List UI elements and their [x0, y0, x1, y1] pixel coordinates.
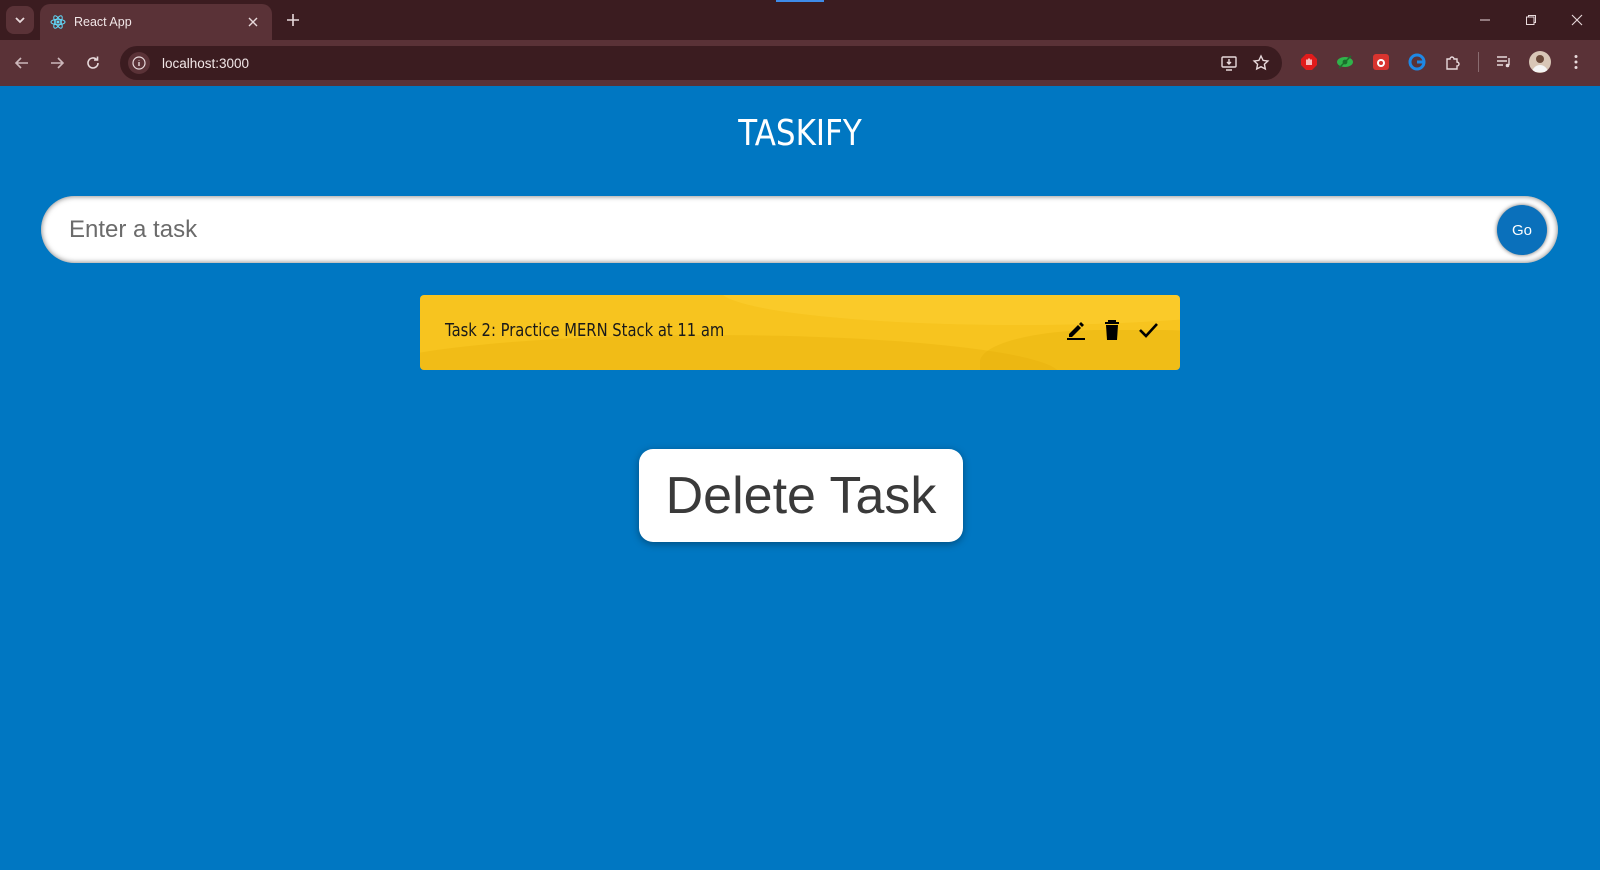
- media-control-icon[interactable]: [1491, 48, 1517, 76]
- adblock-extension-icon[interactable]: [1296, 48, 1322, 76]
- task-input[interactable]: [41, 196, 1481, 263]
- extensions-area: [1296, 48, 1589, 76]
- browser-toolbar: localhost:3000: [0, 40, 1600, 86]
- go-button[interactable]: Go: [1497, 205, 1547, 255]
- check-icon[interactable]: [1136, 317, 1160, 343]
- task-actions: [1064, 317, 1160, 343]
- task-form: Go: [41, 196, 1558, 263]
- edit-icon[interactable]: [1064, 317, 1088, 343]
- close-window-icon[interactable]: [1554, 0, 1600, 40]
- info-icon[interactable]: [128, 52, 150, 74]
- delete-task-button[interactable]: Delete Task: [639, 449, 963, 542]
- close-icon[interactable]: [244, 13, 262, 31]
- blue-extension-icon[interactable]: [1404, 48, 1430, 76]
- task-card: Task 2: Practice MERN Stack at 11 am: [420, 295, 1180, 370]
- minimize-icon[interactable]: [1462, 0, 1508, 40]
- drag-indicator: [776, 0, 824, 2]
- chevron-down-icon[interactable]: [6, 6, 34, 34]
- plus-icon[interactable]: [282, 9, 304, 31]
- task-text: Task 2: Practice MERN Stack at 11 am: [445, 320, 725, 341]
- tab-title: React App: [74, 15, 132, 29]
- url-text[interactable]: localhost:3000: [162, 56, 249, 71]
- red-extension-icon[interactable]: [1368, 48, 1394, 76]
- avatar[interactable]: [1527, 48, 1553, 76]
- address-bar[interactable]: localhost:3000: [120, 46, 1282, 80]
- toolbar-separator: [1478, 52, 1479, 72]
- forward-arrow-icon[interactable]: [44, 50, 70, 76]
- browser-tabstrip: React App: [0, 0, 1600, 40]
- browser-tab[interactable]: React App: [40, 4, 272, 40]
- delete-icon[interactable]: [1100, 317, 1124, 343]
- kebab-menu-icon[interactable]: [1563, 48, 1589, 76]
- app-title: TASKIFY: [738, 113, 862, 154]
- reload-icon[interactable]: [80, 50, 106, 76]
- back-arrow-icon[interactable]: [9, 50, 35, 76]
- window-controls: [1462, 0, 1600, 40]
- install-app-icon[interactable]: [1216, 50, 1242, 76]
- green-extension-icon[interactable]: [1332, 48, 1358, 76]
- react-icon: [50, 14, 66, 30]
- restore-icon[interactable]: [1508, 0, 1554, 40]
- star-icon[interactable]: [1248, 50, 1274, 76]
- puzzle-icon[interactable]: [1440, 48, 1466, 76]
